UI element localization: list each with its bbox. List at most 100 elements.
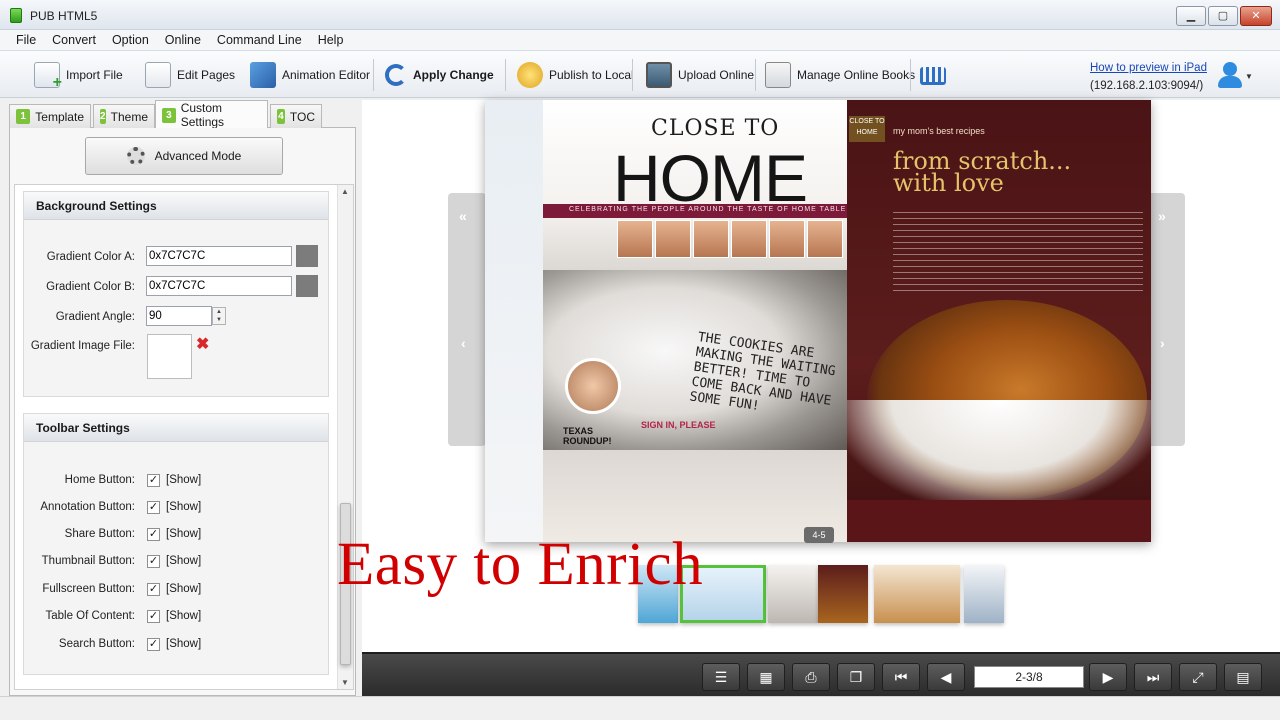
gradient-a-input[interactable]	[146, 246, 292, 266]
right-kicker: my mom's best recipes	[893, 126, 985, 136]
share-button-show: [Show]	[166, 528, 202, 540]
thumbnail[interactable]	[818, 565, 868, 623]
toc-button-label: Table Of Content:	[45, 610, 136, 622]
advanced-mode-label: Advanced Mode	[154, 149, 242, 163]
minimize-button[interactable]: ▁	[1176, 6, 1206, 26]
home-button-checkbox[interactable]: ✓	[147, 474, 160, 487]
maximize-button[interactable]: ▢	[1208, 6, 1238, 26]
next-nav-panel	[1147, 193, 1185, 446]
advanced-mode-button[interactable]: Advanced Mode	[85, 137, 283, 175]
next-page-icon[interactable]: ▶	[1089, 663, 1127, 691]
gradient-angle-input[interactable]	[146, 306, 212, 326]
print-icon[interactable]: ⎙	[792, 663, 830, 691]
apply-change-button[interactable]: Apply Change	[385, 57, 494, 93]
prev-page-icon[interactable]: ‹	[461, 335, 466, 351]
apply-change-label: Apply Change	[413, 68, 494, 82]
flip-book[interactable]: CLOSE TO HOME CELEBRATING THE PEOPLE ARO…	[485, 100, 1151, 542]
fullscreen-icon[interactable]: ⤢	[1179, 663, 1217, 691]
search-button-checkbox[interactable]: ✓	[147, 638, 160, 651]
single-page-icon[interactable]: ❐	[837, 663, 875, 691]
edit-pages-icon	[145, 62, 171, 88]
portrait-photo	[693, 220, 729, 258]
menu-file[interactable]: File	[8, 33, 44, 47]
manage-online-button[interactable]: Manage Online Books	[765, 57, 915, 93]
menu-online[interactable]: Online	[157, 33, 209, 47]
tab-custom-settings[interactable]: 3 Custom Settings	[155, 100, 268, 129]
animation-editor-label: Animation Editor	[282, 68, 371, 82]
gradient-image-box[interactable]	[147, 334, 192, 379]
vertical-scrollbar[interactable]: ▲ ▼	[337, 185, 353, 689]
annotation-button-label: Annotation Button:	[40, 501, 135, 513]
gradient-a-color-swatch[interactable]	[296, 245, 318, 267]
portrait-strip	[617, 220, 843, 258]
refresh-icon	[385, 64, 407, 86]
gear-icon	[126, 147, 145, 165]
app-icon	[10, 8, 22, 23]
fullscreen-button-show: [Show]	[166, 583, 202, 595]
next-page-icon[interactable]: ›	[1160, 335, 1165, 351]
menu-convert[interactable]: Convert	[44, 33, 104, 47]
first-page-icon[interactable]: ⏮	[882, 663, 920, 691]
cart-button[interactable]	[920, 57, 946, 93]
publish-local-button[interactable]: Publish to Local	[517, 57, 634, 93]
thumbnails-grid-icon[interactable]: ▦	[747, 663, 785, 691]
more-options-icon[interactable]: ▤	[1224, 663, 1262, 691]
toolbar-separator	[910, 59, 911, 91]
upload-online-button[interactable]: Upload Online	[646, 57, 754, 93]
chevron-down-icon: ▼	[1245, 72, 1253, 81]
toc-list-icon[interactable]: ☰	[702, 663, 740, 691]
thumbnail[interactable]	[768, 565, 818, 623]
article-body-text	[893, 212, 1143, 292]
prev-nav-panel	[448, 193, 486, 446]
tab-label: Custom Settings	[180, 101, 225, 129]
annotation-button-show: [Show]	[166, 501, 202, 513]
tab-template[interactable]: 1 Template	[9, 104, 91, 128]
tab-number: 2	[100, 109, 106, 124]
prev-page-icon[interactable]: ◀	[927, 663, 965, 691]
import-file-button[interactable]: + Import File	[34, 57, 123, 93]
gradient-b-color-swatch[interactable]	[296, 275, 318, 297]
angle-spinner[interactable]: ▲ ▼	[212, 307, 226, 325]
menu-option[interactable]: Option	[104, 33, 157, 47]
menu-command-line[interactable]: Command Line	[209, 33, 310, 47]
gradient-angle-label: Gradient Angle:	[55, 311, 135, 323]
manage-books-icon	[765, 62, 791, 88]
preview-ip-address: (192.168.2.103:9094/)	[1090, 80, 1204, 92]
toc-button-checkbox[interactable]: ✓	[147, 610, 160, 623]
edit-pages-button[interactable]: Edit Pages	[145, 57, 235, 93]
user-account-icon[interactable]: ▼	[1218, 62, 1253, 90]
last-page-icon[interactable]: ⏭	[1134, 663, 1172, 691]
last-page-icon[interactable]: »	[1158, 208, 1166, 224]
annotation-button-checkbox[interactable]: ✓	[147, 501, 160, 514]
author-avatar	[565, 358, 621, 414]
fullscreen-button-checkbox[interactable]: ✓	[147, 583, 160, 596]
tab-number: 3	[162, 107, 176, 123]
page-indicator[interactable]: 2-3/8	[974, 666, 1084, 688]
portrait-photo	[655, 220, 691, 258]
thumbnail-button-checkbox[interactable]: ✓	[147, 555, 160, 568]
scroll-up-icon[interactable]: ▲	[341, 187, 349, 196]
toc-button-show: [Show]	[166, 610, 202, 622]
gradient-b-input[interactable]	[146, 276, 292, 296]
scroll-down-icon[interactable]: ▼	[341, 678, 349, 687]
manage-online-label: Manage Online Books	[797, 68, 916, 82]
delete-icon[interactable]: ✖	[196, 334, 209, 354]
window-title: PUB HTML5	[30, 9, 98, 23]
settings-scroll-area: Background Settings Gradient Color A: Gr…	[14, 184, 354, 690]
share-button-checkbox[interactable]: ✓	[147, 528, 160, 541]
settings-panel: 1 Template 2 Theme 3 Custom Settings 4 T…	[9, 100, 356, 696]
tab-toc[interactable]: 4 TOC	[270, 104, 322, 128]
menu-help[interactable]: Help	[310, 33, 352, 47]
right-page[interactable]: CLOSE TO HOME my mom's best recipes from…	[847, 100, 1151, 542]
animation-editor-button[interactable]: Animation Editor	[250, 57, 370, 93]
thumbnail[interactable]	[874, 565, 960, 623]
gradient-b-label: Gradient Color B:	[46, 281, 135, 293]
left-page[interactable]: CLOSE TO HOME CELEBRATING THE PEOPLE ARO…	[543, 100, 847, 542]
tab-theme[interactable]: 2 Theme	[93, 104, 155, 128]
preview-ipad-link[interactable]: How to preview in iPad	[1090, 62, 1207, 74]
menu-bar: File Convert Option Online Command Line …	[0, 30, 1280, 50]
tab-label: TOC	[289, 109, 315, 124]
first-page-icon[interactable]: «	[459, 208, 467, 224]
close-button[interactable]: ✕	[1240, 6, 1272, 26]
thumbnail[interactable]	[964, 565, 1004, 623]
